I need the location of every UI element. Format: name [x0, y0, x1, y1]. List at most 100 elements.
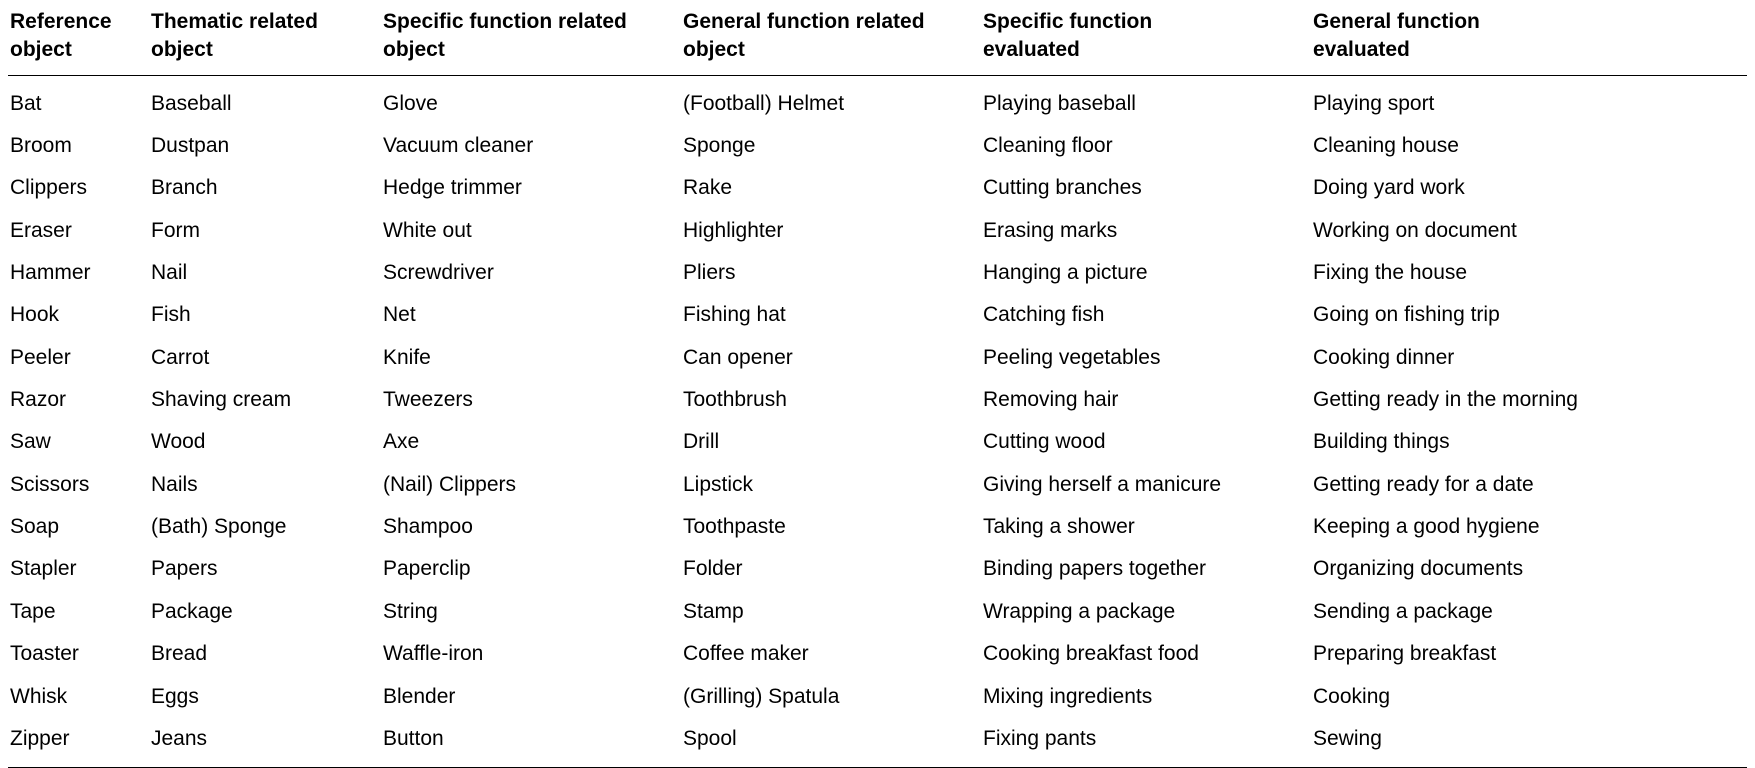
cell: Waffle-iron — [381, 633, 681, 675]
cell: Playing sport — [1311, 75, 1747, 125]
cell: Branch — [149, 167, 381, 209]
cell: Can opener — [681, 337, 981, 379]
header-row: Reference object Thematic related object… — [8, 0, 1747, 75]
col-header-specific-function-evaluated: Specific function evaluated — [981, 0, 1311, 75]
cell: Hammer — [8, 252, 149, 294]
header-line: Thematic related — [151, 10, 318, 33]
table-row: ScissorsNails(Nail) ClippersLipstickGivi… — [8, 464, 1747, 506]
cell: Fixing pants — [981, 718, 1311, 768]
cell: Bread — [149, 633, 381, 675]
cell: Papers — [149, 548, 381, 590]
cell: Soap — [8, 506, 149, 548]
cell: Stapler — [8, 548, 149, 590]
cell: Cutting branches — [981, 167, 1311, 209]
cell: Button — [381, 718, 681, 768]
table-row: ToasterBreadWaffle-ironCoffee makerCooki… — [8, 633, 1747, 675]
cell: Cleaning floor — [981, 125, 1311, 167]
cell: (Football) Helmet — [681, 75, 981, 125]
cell: Stamp — [681, 591, 981, 633]
cell: Fishing hat — [681, 294, 981, 336]
cell: Sending a package — [1311, 591, 1747, 633]
header-line: evaluated — [983, 38, 1080, 61]
cell: Nails — [149, 464, 381, 506]
cell: Toothpaste — [681, 506, 981, 548]
cell: Peeler — [8, 337, 149, 379]
cell: Zipper — [8, 718, 149, 768]
cell: Shampoo — [381, 506, 681, 548]
cell: Hook — [8, 294, 149, 336]
cell: White out — [381, 210, 681, 252]
cell: Screwdriver — [381, 252, 681, 294]
cell: Peeling vegetables — [981, 337, 1311, 379]
header-line: object — [383, 38, 445, 61]
cell: (Bath) Sponge — [149, 506, 381, 548]
cell: Drill — [681, 421, 981, 463]
cell: Working on document — [1311, 210, 1747, 252]
cell: Hedge trimmer — [381, 167, 681, 209]
table-row: PeelerCarrotKnifeCan openerPeeling veget… — [8, 337, 1747, 379]
table-row: BroomDustpanVacuum cleanerSpongeCleaning… — [8, 125, 1747, 167]
cell: Rake — [681, 167, 981, 209]
cell: Tweezers — [381, 379, 681, 421]
cell: Cutting wood — [981, 421, 1311, 463]
cell: Taking a shower — [981, 506, 1311, 548]
cell: Removing hair — [981, 379, 1311, 421]
table-body: BatBaseballGlove(Football) HelmetPlaying… — [8, 75, 1747, 768]
cell: Getting ready for a date — [1311, 464, 1747, 506]
cell: Hanging a picture — [981, 252, 1311, 294]
cell: Saw — [8, 421, 149, 463]
cell: Dustpan — [149, 125, 381, 167]
cell: Lipstick — [681, 464, 981, 506]
header-line: object — [151, 38, 213, 61]
cell: Scissors — [8, 464, 149, 506]
cell: Jeans — [149, 718, 381, 768]
cell: (Grilling) Spatula — [681, 676, 981, 718]
cell: Fixing the house — [1311, 252, 1747, 294]
cell: Baseball — [149, 75, 381, 125]
cell: Erasing marks — [981, 210, 1311, 252]
cell: Toothbrush — [681, 379, 981, 421]
col-header-thematic-related-object: Thematic related object — [149, 0, 381, 75]
cell: Paperclip — [381, 548, 681, 590]
cell: Pliers — [681, 252, 981, 294]
cell: Getting ready in the morning — [1311, 379, 1747, 421]
cell: Broom — [8, 125, 149, 167]
cell: Nail — [149, 252, 381, 294]
table-container: Reference object Thematic related object… — [0, 0, 1755, 768]
cell: Folder — [681, 548, 981, 590]
table-row: TapePackageStringStampWrapping a package… — [8, 591, 1747, 633]
cell: Shaving cream — [149, 379, 381, 421]
cell: Mixing ingredients — [981, 676, 1311, 718]
cell: Glove — [381, 75, 681, 125]
cell: Cooking breakfast food — [981, 633, 1311, 675]
table-row: ClippersBranchHedge trimmerRakeCutting b… — [8, 167, 1747, 209]
table-row: BatBaseballGlove(Football) HelmetPlaying… — [8, 75, 1747, 125]
cell: Wrapping a package — [981, 591, 1311, 633]
cell: Keeping a good hygiene — [1311, 506, 1747, 548]
col-header-specific-function-related-object: Specific function related object — [381, 0, 681, 75]
cell: String — [381, 591, 681, 633]
cell: Giving herself a manicure — [981, 464, 1311, 506]
cell: Blender — [381, 676, 681, 718]
cell: Sponge — [681, 125, 981, 167]
cell: Cooking — [1311, 676, 1747, 718]
header-line: Specific function related — [383, 10, 627, 33]
cell: Carrot — [149, 337, 381, 379]
header-line: General function related — [683, 10, 925, 33]
header-line: General function — [1313, 10, 1480, 33]
stimuli-table: Reference object Thematic related object… — [8, 0, 1747, 768]
cell: Axe — [381, 421, 681, 463]
cell: Building things — [1311, 421, 1747, 463]
header-line: evaluated — [1313, 38, 1410, 61]
table-row: RazorShaving creamTweezersToothbrushRemo… — [8, 379, 1747, 421]
table-row: ZipperJeansButtonSpoolFixing pantsSewing — [8, 718, 1747, 768]
header-line: Specific function — [983, 10, 1152, 33]
cell: Wood — [149, 421, 381, 463]
cell: Organizing documents — [1311, 548, 1747, 590]
cell: Clippers — [8, 167, 149, 209]
col-header-reference-object: Reference object — [8, 0, 149, 75]
table-row: WhiskEggsBlender(Grilling) SpatulaMixing… — [8, 676, 1747, 718]
cell: Whisk — [8, 676, 149, 718]
col-header-general-function-evaluated: General function evaluated — [1311, 0, 1747, 75]
cell: Coffee maker — [681, 633, 981, 675]
